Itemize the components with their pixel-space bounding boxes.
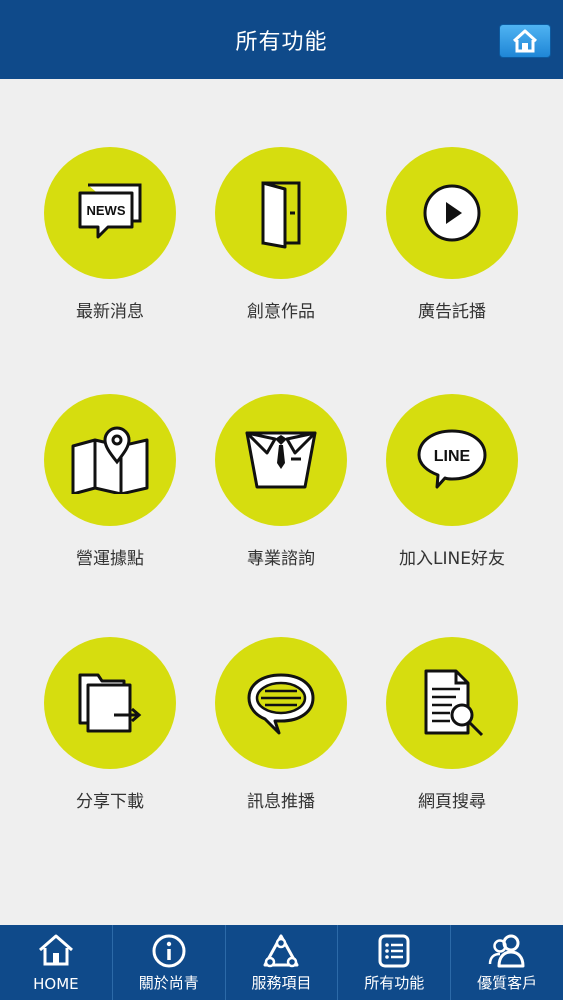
home-icon: [38, 934, 73, 966]
tab-label: 優質客戶: [477, 974, 538, 992]
page-title: 所有功能: [235, 29, 328, 55]
info-icon: [152, 934, 186, 968]
feature-circle: [44, 637, 176, 769]
home-button[interactable]: [499, 24, 551, 58]
door-icon: [261, 181, 301, 249]
tab-label: 服務項目: [251, 974, 312, 992]
feature-label: 最新消息: [76, 302, 144, 322]
feature-share-download[interactable]: 分享下載: [25, 637, 195, 837]
feature-consulting[interactable]: 專業諮詢: [196, 394, 366, 594]
feature-ad-broadcast[interactable]: 廣告託播: [367, 147, 537, 347]
tab-label: 所有功能: [364, 974, 425, 992]
feature-web-search[interactable]: 網頁搜尋: [367, 637, 537, 837]
feature-locations[interactable]: 營運據點: [25, 394, 195, 594]
svg-text:LINE: LINE: [434, 448, 471, 465]
feature-push-messages[interactable]: 訊息推播: [196, 637, 366, 837]
feature-label: 訊息推播: [247, 792, 315, 812]
tab-label: HOME: [33, 975, 79, 993]
feature-label: 營運據點: [76, 549, 144, 569]
feature-circle: [386, 147, 518, 279]
suit-icon: [245, 431, 317, 489]
feature-grid: NEWS 最新消息 創意作品 廣告託播 營運據點 專業諮詢 LINE 加入LIN…: [0, 79, 563, 925]
map-pin-icon: [71, 426, 149, 494]
feature-circle: [215, 637, 347, 769]
feature-label: 加入LINE好友: [399, 549, 505, 569]
document-search-icon: [424, 669, 484, 737]
tab-all-features[interactable]: 所有功能: [338, 925, 452, 1000]
feature-circle: [215, 394, 347, 526]
feature-label: 分享下載: [76, 792, 144, 812]
feature-add-line[interactable]: LINE 加入LINE好友: [367, 394, 537, 594]
header: 所有功能: [0, 0, 563, 79]
feature-circle: [386, 637, 518, 769]
line-icon: LINE: [417, 429, 487, 489]
folder-share-icon: [78, 673, 142, 733]
users-icon: [488, 934, 525, 968]
bottom-tab-bar: HOME 關於尚青 服務項目 所有功能 優質客戶: [0, 925, 563, 1000]
services-icon: [263, 934, 299, 968]
tab-label: 關於尚青: [138, 974, 199, 992]
news-icon: NEWS: [78, 183, 142, 239]
feature-news[interactable]: NEWS 最新消息: [25, 147, 195, 347]
home-icon: [512, 29, 538, 53]
feature-label: 廣告託播: [418, 302, 486, 322]
feature-portfolio[interactable]: 創意作品: [196, 147, 366, 347]
feature-label: 網頁搜尋: [418, 792, 486, 812]
tab-clients[interactable]: 優質客戶: [451, 925, 563, 1000]
tab-home[interactable]: HOME: [0, 925, 113, 1000]
play-icon: [423, 184, 481, 242]
chat-bubble-icon: [247, 673, 315, 735]
tab-about[interactable]: 關於尚青: [113, 925, 226, 1000]
list-icon: [378, 934, 410, 968]
feature-label: 專業諮詢: [247, 549, 315, 569]
svg-text:NEWS: NEWS: [87, 203, 126, 218]
tab-services[interactable]: 服務項目: [226, 925, 339, 1000]
feature-circle: [44, 394, 176, 526]
feature-circle: NEWS: [44, 147, 176, 279]
feature-label: 創意作品: [247, 302, 315, 322]
feature-circle: LINE: [386, 394, 518, 526]
feature-circle: [215, 147, 347, 279]
